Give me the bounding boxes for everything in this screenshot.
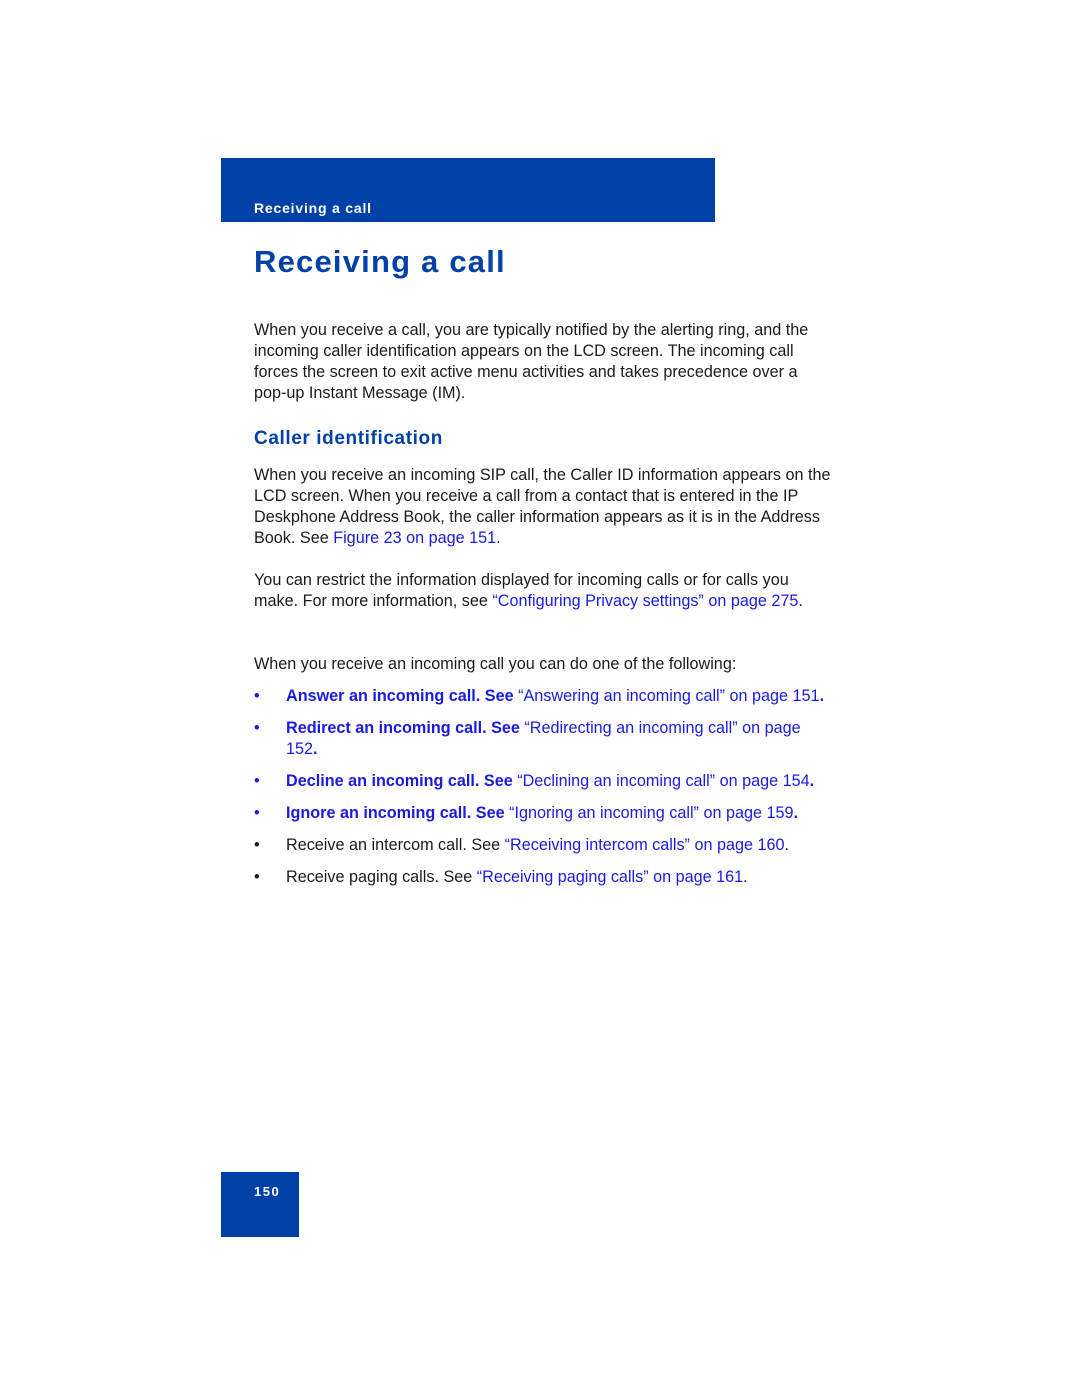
item-lead: Redirect an incoming call. See bbox=[286, 719, 525, 737]
item-lead: Ignore an incoming call. See bbox=[286, 804, 510, 822]
privacy-paragraph: You can restrict the information display… bbox=[254, 570, 834, 612]
list-item: • Receive an intercom call. See “Receivi… bbox=[254, 835, 834, 856]
item-end: . bbox=[819, 687, 825, 705]
item-end: . bbox=[784, 836, 789, 854]
options-list: • Answer an incoming call. See “Answerin… bbox=[254, 686, 834, 899]
intercom-calls-link[interactable]: “Receiving intercom calls” on page 160 bbox=[505, 836, 785, 854]
page-number-box: 150 bbox=[221, 1172, 299, 1237]
intro-paragraph: When you receive a call, you are typical… bbox=[254, 321, 809, 402]
running-header-title: Receiving a call bbox=[254, 200, 372, 216]
item-lead: Receive an intercom call. See bbox=[286, 836, 505, 854]
bullet-icon: • bbox=[254, 804, 260, 822]
list-item: • Answer an incoming call. See “Answerin… bbox=[254, 686, 834, 707]
list-item: • Decline an incoming call. See “Declini… bbox=[254, 771, 834, 792]
list-item: • Receive paging calls. See “Receiving p… bbox=[254, 867, 834, 888]
bullet-icon: • bbox=[254, 836, 260, 854]
item-end: . bbox=[793, 804, 798, 822]
item-end: . bbox=[313, 740, 318, 758]
declining-call-link[interactable]: “Declining an incoming call” on page 154 bbox=[517, 772, 809, 790]
header-bar: Receiving a call bbox=[221, 158, 715, 222]
options-intro: When you receive an incoming call you ca… bbox=[254, 655, 737, 673]
section-heading: Caller identification bbox=[254, 428, 443, 449]
item-lead: Decline an incoming call. See bbox=[286, 772, 518, 790]
bullet-icon: • bbox=[254, 772, 260, 790]
bullet-icon: • bbox=[254, 868, 260, 886]
paragraph-end: . bbox=[496, 529, 501, 547]
caller-id-paragraph: When you receive an incoming SIP call, t… bbox=[254, 465, 834, 549]
ignoring-call-link[interactable]: “Ignoring an incoming call” on page 159 bbox=[509, 804, 793, 822]
item-end: . bbox=[743, 868, 748, 886]
page-title: Receiving a call bbox=[254, 244, 506, 279]
bullet-icon: • bbox=[254, 719, 260, 737]
answering-call-link[interactable]: “Answering an incoming call” on page 151 bbox=[518, 687, 819, 705]
list-item: • Ignore an incoming call. See “Ignoring… bbox=[254, 803, 834, 824]
item-lead: Receive paging calls. See bbox=[286, 868, 477, 886]
bullet-icon: • bbox=[254, 687, 260, 705]
item-end: . bbox=[809, 772, 815, 790]
list-item: • Redirect an incoming call. See “Redire… bbox=[254, 718, 834, 760]
page-number: 150 bbox=[254, 1184, 281, 1199]
paging-calls-link[interactable]: “Receiving paging calls” on page 161 bbox=[477, 868, 743, 886]
figure-link[interactable]: Figure 23 on page 151 bbox=[333, 529, 496, 547]
privacy-settings-link[interactable]: “Configuring Privacy settings” on page 2… bbox=[492, 592, 798, 610]
item-lead: Answer an incoming call. See bbox=[286, 687, 519, 705]
paragraph-end: . bbox=[798, 592, 803, 610]
